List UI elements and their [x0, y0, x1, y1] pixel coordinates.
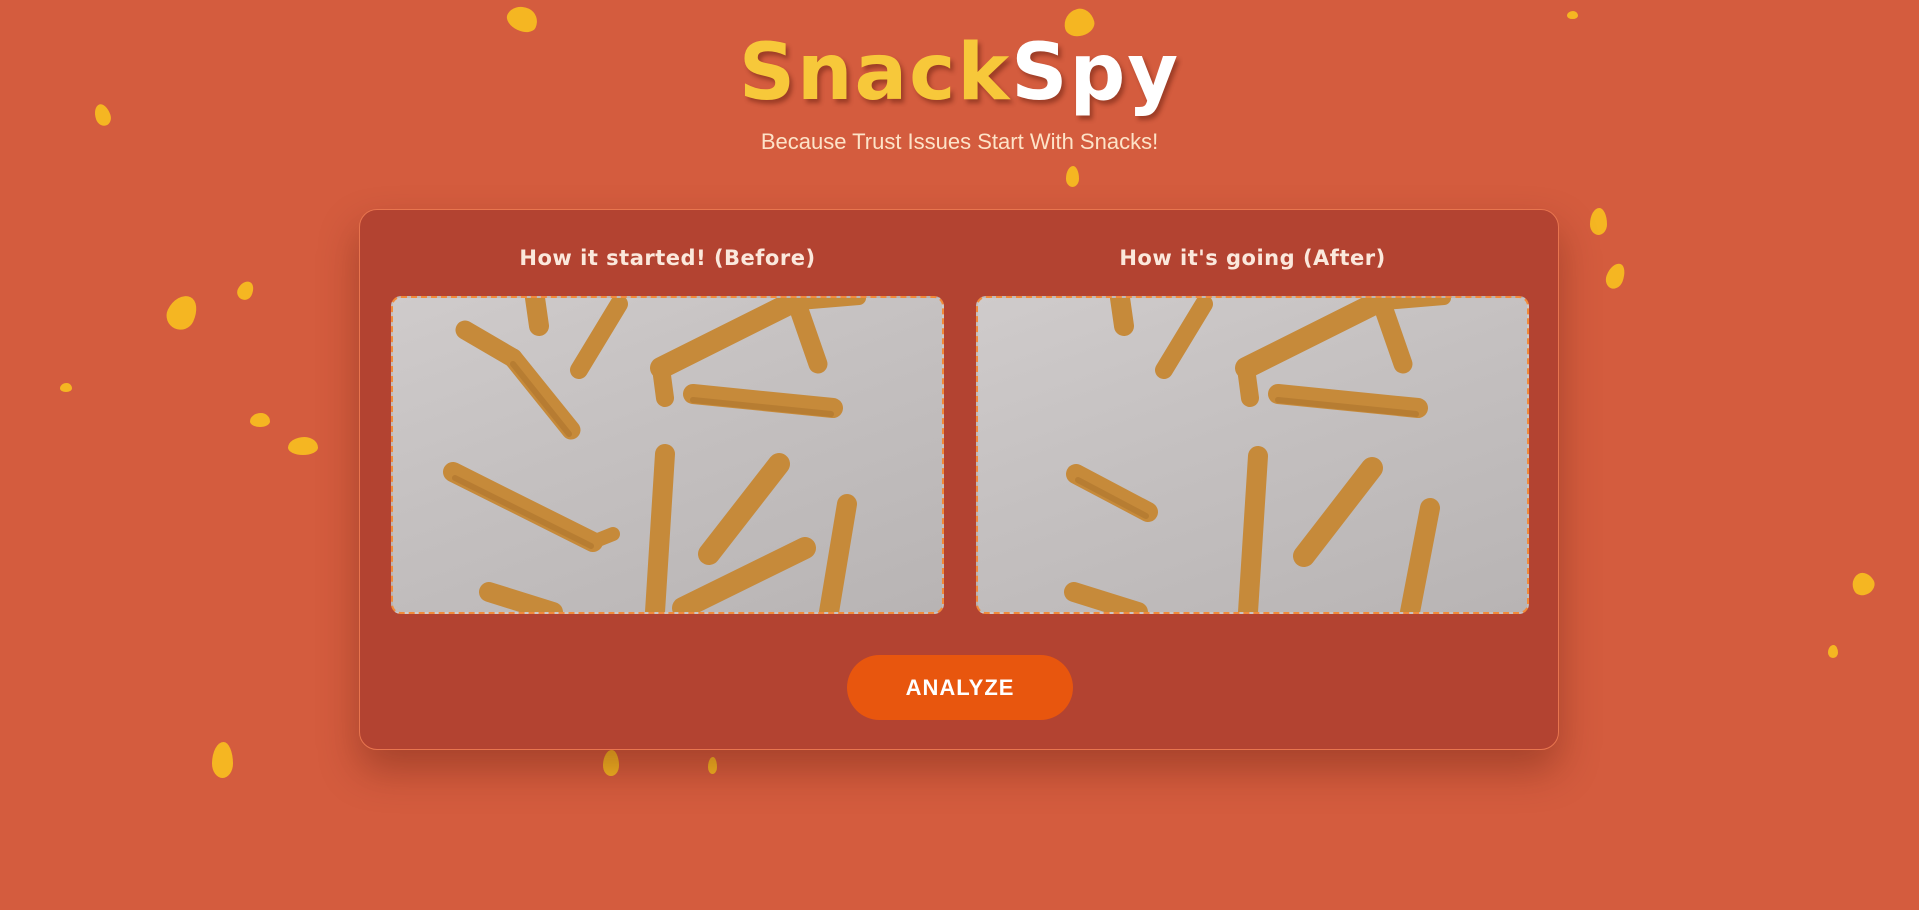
snack-piece: [1155, 298, 1213, 379]
crumb-decoration: [1066, 166, 1079, 187]
crumb-decoration: [603, 750, 619, 776]
crumb-decoration: [1590, 208, 1607, 235]
snack-piece: [1064, 582, 1148, 612]
crumb-decoration: [161, 290, 203, 335]
app-logo: SnackSpy: [0, 34, 1919, 112]
snack-piece: [570, 298, 628, 379]
snack-piece: [525, 298, 549, 336]
snack-piece: [645, 444, 675, 612]
snack-piece: [503, 348, 581, 440]
snack-piece: [586, 527, 620, 549]
analyze-button[interactable]: ANALYZE: [847, 655, 1073, 720]
snack-piece: [698, 453, 790, 565]
crumb-decoration: [503, 1, 542, 37]
snack-piece: [1400, 498, 1440, 612]
logo-snack-text: Snack: [738, 28, 1012, 118]
crumb-decoration: [212, 742, 233, 778]
crumb-decoration: [1828, 645, 1838, 658]
crumb-decoration: [288, 437, 318, 455]
snack-piece: [1293, 457, 1383, 567]
snack-piece: [652, 359, 674, 407]
snack-piece: [1237, 359, 1259, 407]
snackspy-page: SnackSpy Because Trust Issues Start With…: [0, 0, 1919, 910]
snack-piece: [479, 582, 563, 612]
snack-piece: [819, 494, 857, 612]
after-image-dropzone[interactable]: [976, 296, 1529, 614]
snack-shadow: [510, 361, 572, 437]
crumb-decoration: [1567, 11, 1578, 19]
after-title: How it's going (After): [1119, 246, 1386, 270]
snack-piece: [1238, 446, 1268, 612]
snack-piece: [1066, 464, 1158, 522]
snack-piece: [650, 298, 804, 379]
snack-piece: [443, 462, 603, 552]
crumb-decoration: [60, 383, 72, 392]
crumb-decoration: [1847, 568, 1879, 600]
crumb-decoration: [1603, 260, 1628, 292]
before-snack-photo: [443, 298, 866, 612]
before-image-dropzone[interactable]: [391, 296, 944, 614]
crumb-decoration: [250, 413, 270, 427]
before-title: How it started! (Before): [519, 246, 816, 270]
after-snack-photo: [1064, 298, 1451, 612]
crumb-decoration: [234, 278, 257, 303]
snack-piece: [1235, 298, 1389, 379]
snack-piece: [1110, 298, 1134, 336]
logo-spy-text: Spy: [1011, 28, 1181, 118]
snack-shadow: [452, 475, 594, 549]
comparison-panel: How it started! (Before) How it's going …: [359, 209, 1559, 750]
crumb-decoration: [708, 757, 717, 774]
tagline: Because Trust Issues Start With Snacks!: [760, 129, 1159, 154]
